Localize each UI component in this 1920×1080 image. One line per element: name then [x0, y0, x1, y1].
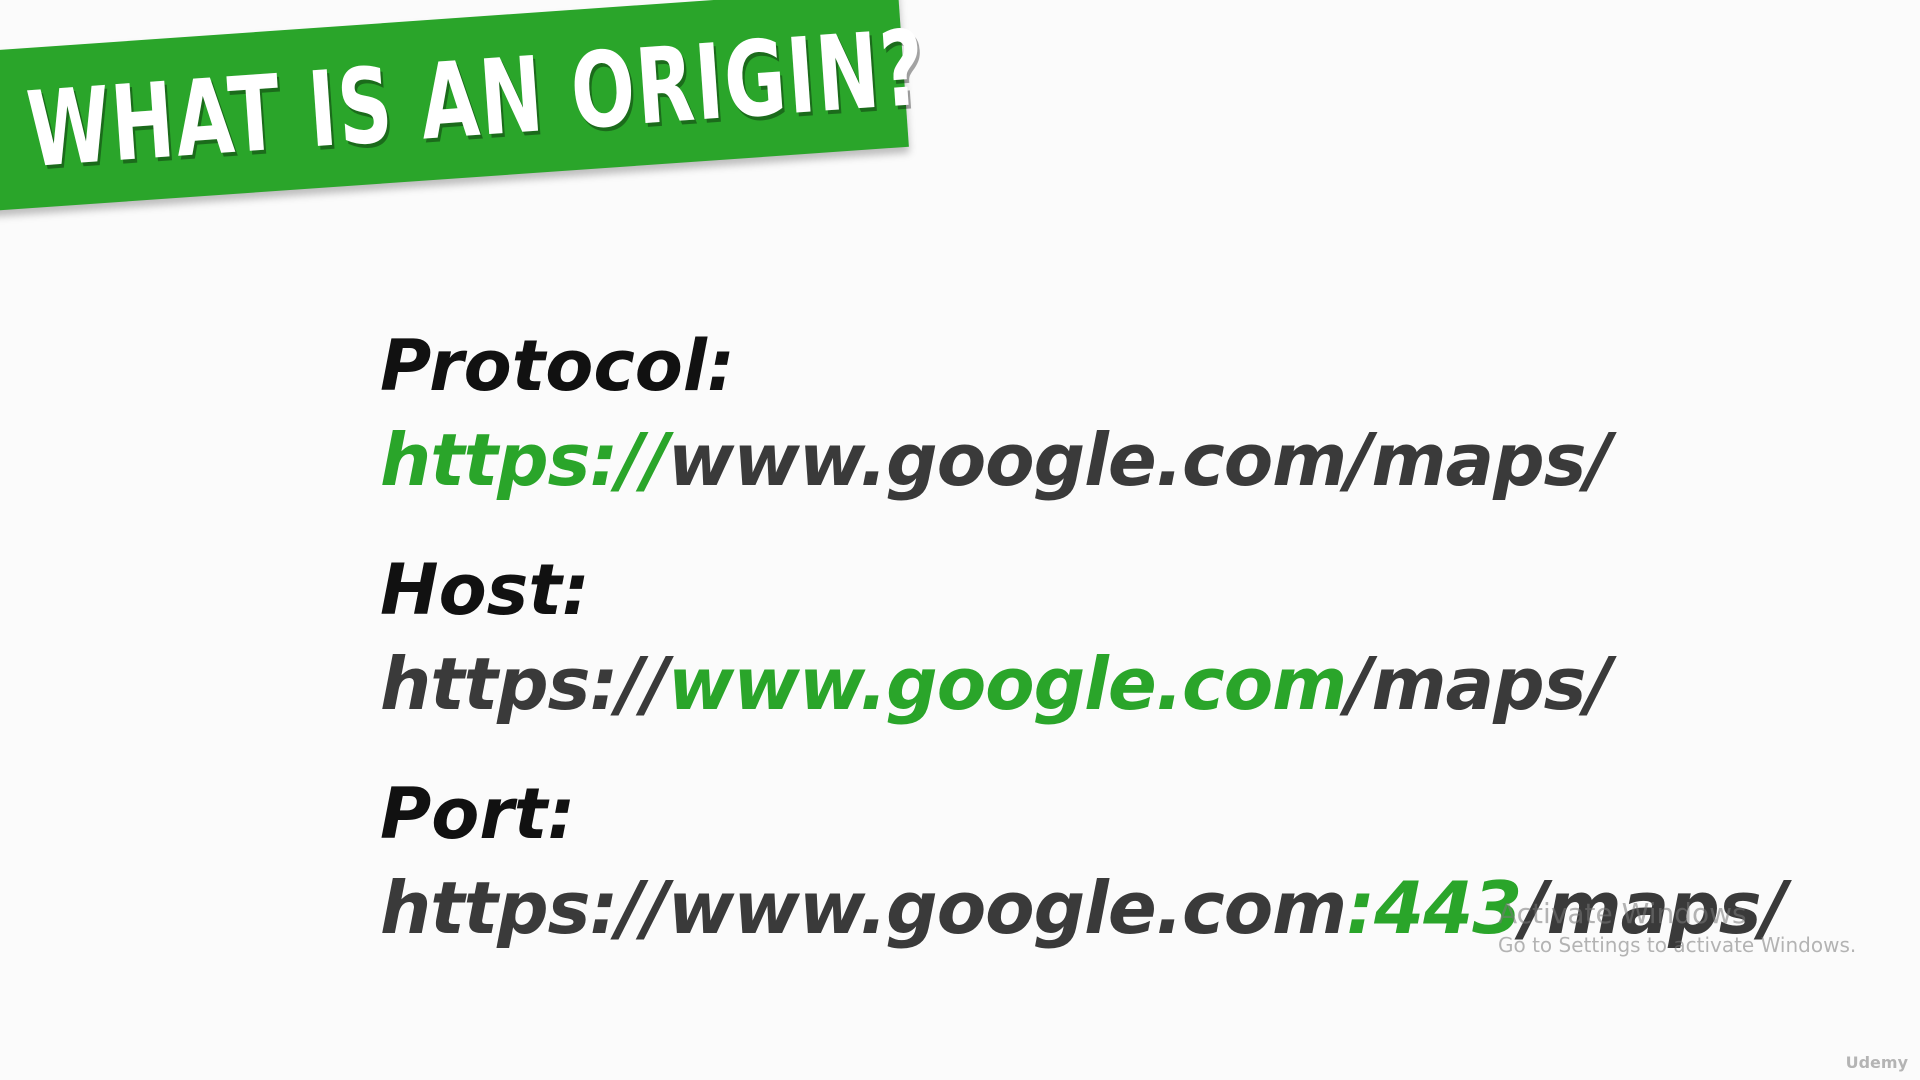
origin-parts: Protocol: https://www.google.com/maps/ H… [380, 320, 1787, 992]
protocol-url: https://www.google.com/maps/ [380, 412, 1760, 508]
protocol-label: Protocol: [380, 325, 735, 407]
host-url-part-1: https:// [380, 642, 669, 726]
watermark-subtitle: Go to Settings to activate Windows. [1498, 933, 1857, 957]
protocol-url-part-2: www.google.com/maps/ [667, 418, 1612, 502]
title-banner: WHAT IS AN ORIGIN? [0, 0, 929, 212]
host-label: Host: [380, 549, 590, 631]
slide: WHAT IS AN ORIGIN? Protocol: https://www… [0, 0, 1920, 1080]
protocol-url-part-1: https:// [380, 418, 669, 502]
udemy-logo: Udemy [1845, 1053, 1908, 1072]
watermark-title: Activate Windows [1498, 897, 1747, 930]
protocol-section: Protocol: https://www.google.com/maps/ [380, 320, 1760, 508]
port-url-part-1: https://www.google.com [380, 866, 1347, 950]
port-label: Port: [380, 773, 576, 855]
slide-title: WHAT IS AN ORIGIN? [23, 6, 930, 192]
port-url-part-2: :443 [1346, 866, 1522, 950]
host-url-part-3: /maps/ [1346, 642, 1612, 726]
host-section: Host: https://www.google.com/maps/ [380, 544, 1760, 732]
windows-activation-watermark: Activate Windows Go to Settings to activ… [1498, 898, 1856, 960]
host-url-part-2: www.google.com [667, 642, 1347, 726]
host-url: https://www.google.com/maps/ [380, 636, 1760, 732]
